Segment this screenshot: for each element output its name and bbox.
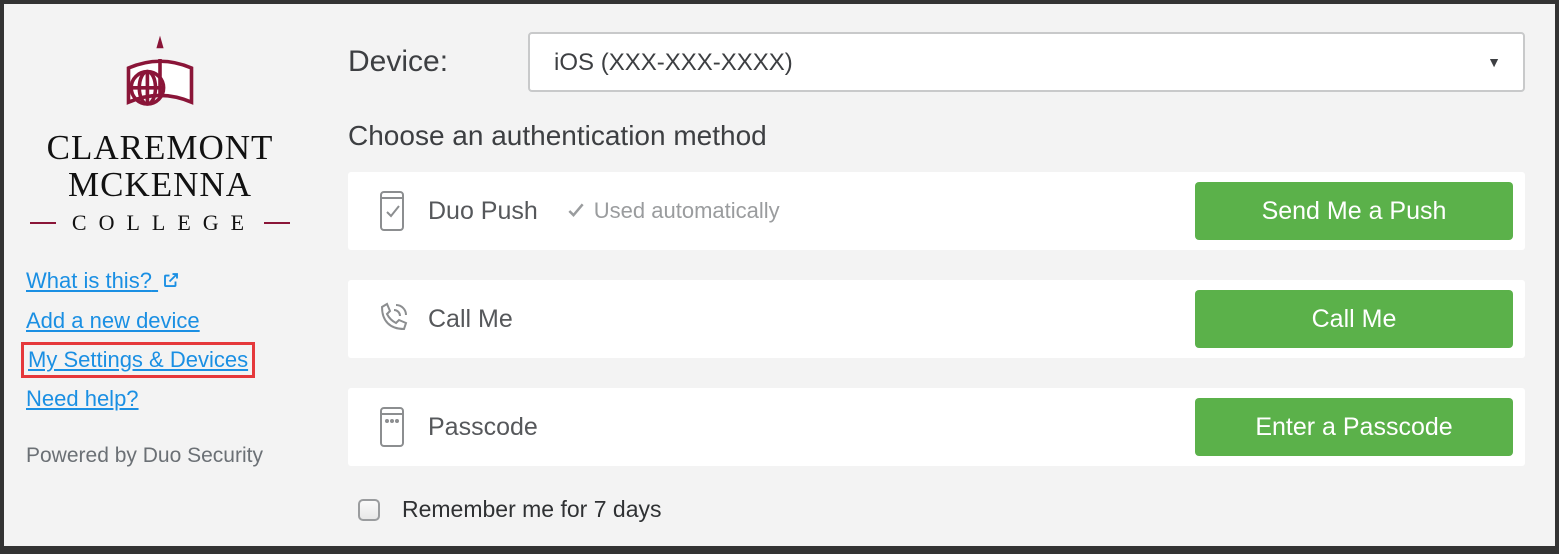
method-row-call: Call Me Call Me (348, 280, 1525, 358)
push-label: Duo Push (428, 197, 538, 226)
sidebar-links: What is this? Add a new device My Settin… (26, 268, 294, 412)
push-sub-label: Used automatically (594, 198, 780, 224)
method-row-passcode: Passcode Enter a Passcode (348, 388, 1525, 466)
device-select-wrap: iOS (XXX-XXX-XXXX) ▼ (528, 32, 1525, 92)
choose-method-heading: Choose an authentication method (348, 120, 1525, 152)
method-row-push: Duo Push Used automatically Send Me a Pu… (348, 172, 1525, 250)
what-is-this-link[interactable]: What is this? (26, 268, 180, 295)
remember-row: Remember me for 7 days (348, 496, 1525, 523)
phone-check-icon (370, 190, 414, 232)
need-help-link[interactable]: Need help? (26, 386, 139, 412)
device-row: Device: iOS (XXX-XXX-XXXX) ▼ (348, 32, 1525, 92)
send-push-button[interactable]: Send Me a Push (1195, 182, 1513, 240)
passcode-label: Passcode (428, 413, 538, 442)
logo-text-line2: MCKENNA (30, 167, 290, 204)
passcode-icon (370, 406, 414, 448)
logo-college-text: COLLEGE (64, 210, 256, 236)
device-label: Device: (348, 45, 448, 79)
checkmark-icon (566, 201, 586, 221)
logo-college-line: COLLEGE (30, 210, 290, 236)
duo-prompt-frame: CLAREMONT MCKENNA COLLEGE What is this? … (4, 4, 1555, 546)
call-label: Call Me (428, 305, 513, 334)
sidebar: CLAREMONT MCKENNA COLLEGE What is this? … (4, 4, 314, 546)
college-logo: CLAREMONT MCKENNA COLLEGE (30, 32, 290, 236)
add-device-link[interactable]: Add a new device (26, 308, 200, 334)
remember-label: Remember me for 7 days (402, 496, 661, 523)
push-used-automatically: Used automatically (566, 198, 780, 224)
call-me-button[interactable]: Call Me (1195, 290, 1513, 348)
external-link-icon (162, 269, 180, 295)
remember-checkbox[interactable] (358, 499, 380, 521)
powered-by-text: Powered by Duo Security (26, 444, 294, 468)
enter-passcode-button[interactable]: Enter a Passcode (1195, 398, 1513, 456)
device-select[interactable]: iOS (XXX-XXX-XXXX) (528, 32, 1525, 92)
logo-text-line1: CLAREMONT (30, 130, 290, 167)
what-is-this-label: What is this? (26, 268, 152, 293)
phone-ring-icon (370, 301, 414, 337)
my-settings-devices-link[interactable]: My Settings & Devices (26, 347, 250, 373)
book-globe-icon (115, 32, 205, 122)
main-panel: Device: iOS (XXX-XXX-XXXX) ▼ Choose an a… (314, 4, 1555, 546)
